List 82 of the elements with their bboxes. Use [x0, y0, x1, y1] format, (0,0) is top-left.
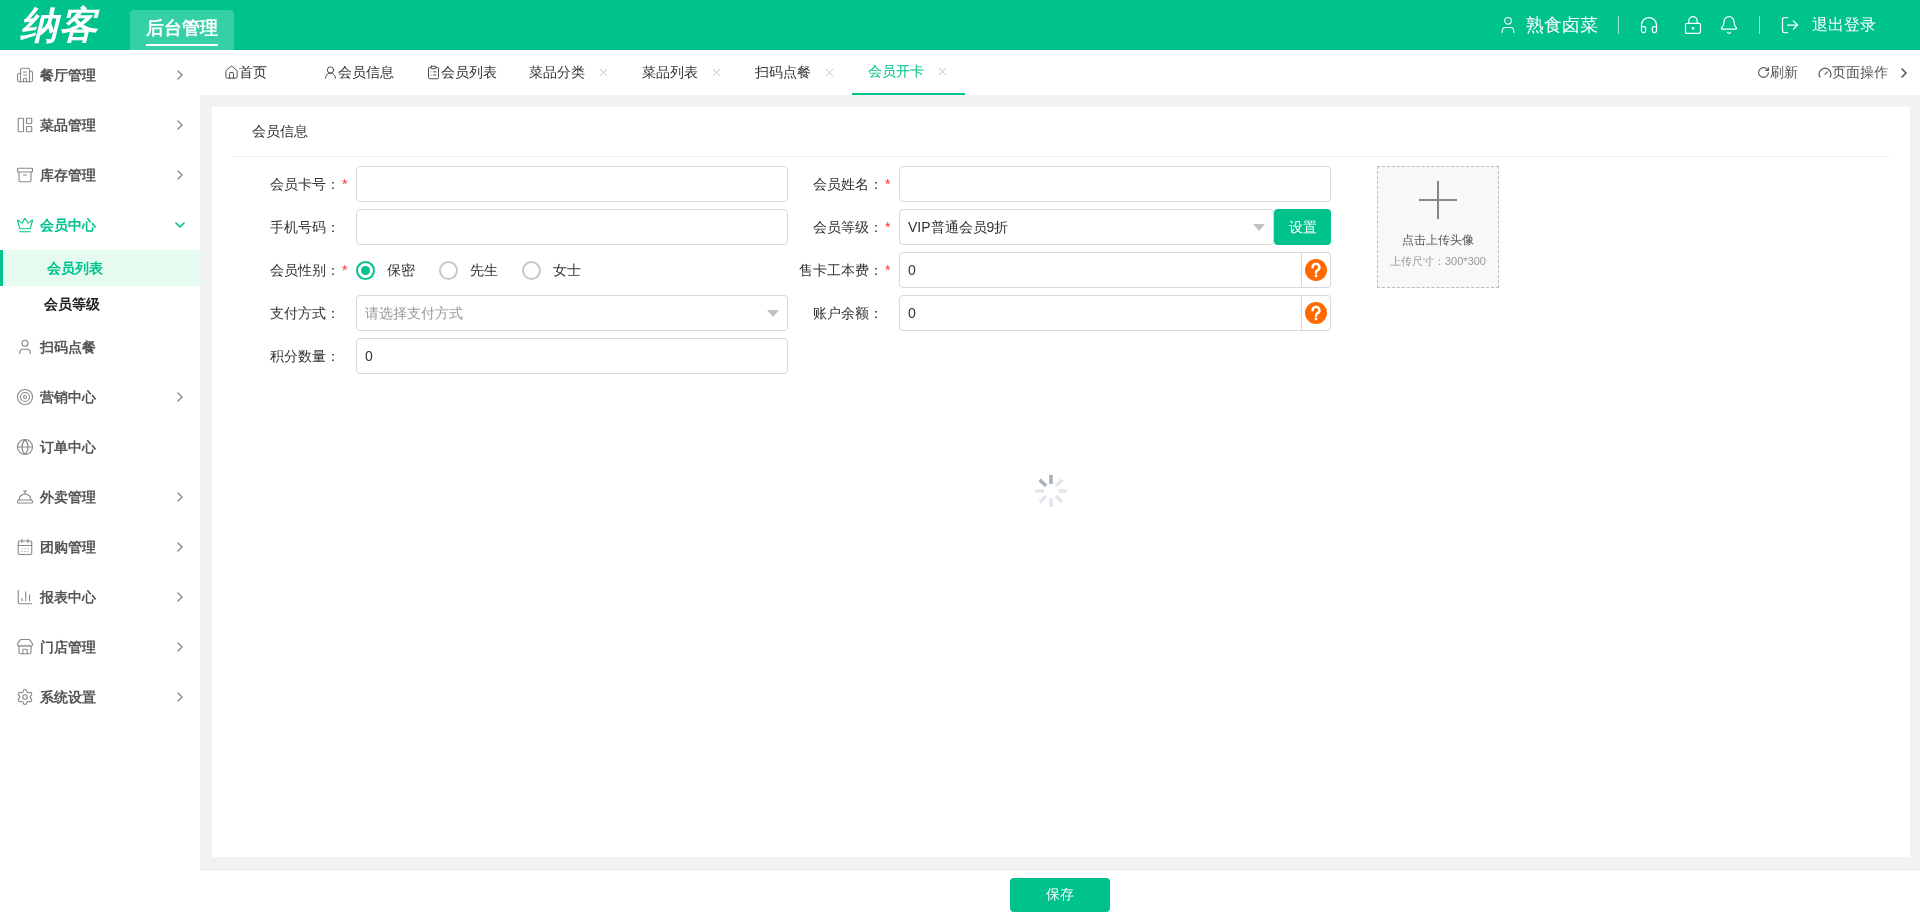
dropdown-caret-icon	[1253, 223, 1265, 231]
headset-icon[interactable]	[1639, 15, 1659, 35]
text-input[interactable]	[356, 209, 788, 245]
sidebar-item[interactable]: 门店管理	[0, 622, 200, 672]
upload-label: 点击上传头像	[1402, 232, 1474, 249]
building-icon	[16, 66, 34, 84]
page-tab[interactable]: 扫码点餐	[739, 50, 852, 95]
field-label: 支付方式：	[270, 303, 340, 323]
required-mark: *	[341, 260, 349, 280]
bell-dome-icon	[16, 488, 34, 506]
field-label: 积分数量：	[270, 346, 340, 366]
field-label: 会员等级：	[813, 217, 883, 237]
sidebar-item[interactable]: 营销中心	[0, 372, 200, 422]
avatar-upload[interactable]: 点击上传头像 上传尺寸：300*300	[1377, 166, 1499, 288]
close-icon[interactable]	[823, 66, 836, 79]
globe-icon	[16, 438, 34, 456]
required-mark: *	[884, 174, 892, 194]
target-icon	[16, 388, 34, 406]
help-button[interactable]	[1302, 252, 1331, 288]
field-label: 账户余额：	[813, 303, 883, 323]
sidebar-item[interactable]: 报表中心	[0, 572, 200, 622]
select-field[interactable]: VIP普通会员9折	[899, 209, 1274, 245]
settings-icon	[16, 688, 34, 706]
close-icon[interactable]	[936, 65, 949, 78]
required-mark: *	[884, 260, 892, 280]
close-icon[interactable]	[597, 66, 610, 79]
sidebar-item[interactable]: 系统设置	[0, 672, 200, 722]
refresh-link[interactable]: 刷新	[1770, 62, 1798, 83]
page-actions-link[interactable]: 页面操作	[1832, 62, 1888, 83]
logo: 纳客	[20, 2, 98, 48]
dropdown-caret-icon	[767, 309, 779, 317]
sidebar-item[interactable]: 扫码点餐	[0, 322, 200, 372]
panels-icon	[16, 116, 34, 134]
radio-option[interactable]: 女士	[522, 259, 581, 281]
logout-icon[interactable]	[1780, 15, 1800, 35]
submenu-item[interactable]: 会员等级	[0, 286, 200, 322]
sidebar-item[interactable]: 菜品管理	[0, 100, 200, 150]
sidebar-item[interactable]: 库存管理	[0, 150, 200, 200]
lock-icon[interactable]	[1683, 15, 1703, 35]
person-icon	[323, 65, 338, 80]
page-tab[interactable]: 首页	[200, 50, 307, 95]
page-tab[interactable]: 菜品分类	[513, 50, 626, 95]
loading-spinner-icon	[1034, 474, 1068, 508]
sidebar-item[interactable]: 餐厅管理	[0, 50, 200, 100]
radio-option[interactable]: 先生	[439, 259, 498, 281]
section-title: 会员信息	[252, 122, 308, 141]
store-icon	[16, 638, 34, 656]
field-label: 会员姓名：	[813, 174, 883, 194]
sidebar-item[interactable]: 团购管理	[0, 522, 200, 572]
bar-chart-icon	[16, 588, 34, 606]
crown-icon	[16, 216, 34, 234]
page-tab[interactable]: 菜品列表	[626, 50, 739, 95]
field-label: 会员卡号：	[270, 174, 340, 194]
text-input[interactable]	[356, 166, 788, 202]
upload-hint: 上传尺寸：300*300	[1390, 254, 1486, 269]
gauge-icon	[1818, 65, 1832, 80]
help-button[interactable]	[1302, 295, 1331, 331]
field-label: 手机号码：	[270, 217, 340, 237]
refresh-icon	[1757, 66, 1770, 79]
home-icon	[224, 65, 239, 80]
clipboard-icon	[426, 65, 441, 80]
number-input[interactable]: 0	[899, 295, 1302, 331]
calendar-icon	[16, 538, 34, 556]
person-icon	[16, 338, 34, 356]
help-icon	[1305, 259, 1327, 281]
page-tab[interactable]: 会员信息	[307, 50, 410, 95]
help-icon	[1305, 302, 1327, 324]
field-label: 会员性别：	[270, 260, 340, 280]
plus-icon	[1419, 181, 1457, 219]
sidebar-item[interactable]: 订单中心	[0, 422, 200, 472]
close-icon[interactable]	[710, 66, 723, 79]
field-label: 售卡工本费：	[799, 260, 883, 280]
number-input[interactable]: 0	[899, 252, 1302, 288]
required-mark: *	[341, 174, 349, 194]
text-input[interactable]: 0	[356, 338, 788, 374]
archive-box-icon	[16, 166, 34, 184]
required-mark: *	[884, 217, 892, 237]
text-input[interactable]	[899, 166, 1331, 202]
bell-icon[interactable]	[1719, 15, 1739, 35]
radio-option[interactable]: 保密	[356, 259, 415, 281]
sidebar-item[interactable]: 外卖管理	[0, 472, 200, 522]
page-tab[interactable]: 会员列表	[410, 50, 513, 95]
